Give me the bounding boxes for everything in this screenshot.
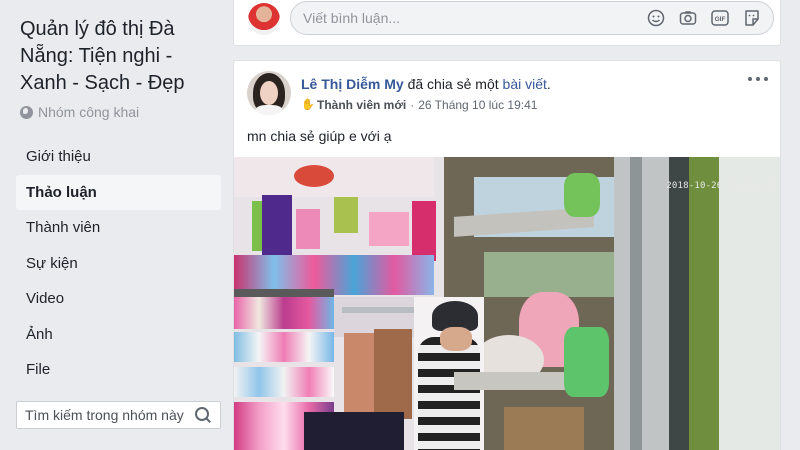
globe-icon [20,105,33,119]
comment-input-wrapper: GIF [290,1,774,35]
more-dot-icon [748,77,752,81]
svg-text:GIF: GIF [715,16,726,23]
group-sidebar: Quản lý đô thị Đà Nẵng: Tiện nghi - Xanh… [0,0,232,450]
group-privacy: Nhóm công khai [20,104,139,120]
more-dot-icon [756,77,760,81]
post-header: Lê Thị Diễm My đã chia sẻ một bài viết. [301,76,551,92]
waving-hand-icon: ✋ [301,99,315,111]
sidebar-item-members[interactable]: Thành viên [16,210,221,246]
member-badge: Thành viên mới [317,98,407,112]
comment-tools: GIF [647,9,761,27]
post-photo[interactable]: 2018-10-26 15:38:09 [234,157,780,450]
avatar[interactable] [247,71,291,115]
group-type-label: Nhóm công khai [38,104,140,120]
post-meta: ✋ Thành viên mới · 26 Tháng 10 lúc 19:41 [301,98,537,112]
post-header-period: . [546,76,551,92]
more-dot-icon [764,77,768,81]
group-post: Lê Thị Diễm My đã chia sẻ một bài viết. … [233,60,781,450]
meta-separator: · [410,98,415,112]
sidebar-item-discussion[interactable]: Thảo luận [16,174,221,210]
avatar[interactable] [248,3,280,35]
search-icon[interactable] [194,406,212,424]
post-body-text: mn chia sẻ giúp e với ạ [247,128,392,144]
group-search-input[interactable] [25,407,185,423]
post-options-button[interactable] [748,71,768,87]
photo-timestamp-overlay: 2018-10-26 15:38:09 [666,181,773,191]
shared-post-link[interactable]: bài viết [503,76,547,92]
post-action-text: đã chia sẻ một [407,76,499,92]
sidebar-item-events[interactable]: Sự kiện [16,246,221,282]
emoji-icon[interactable] [647,9,665,27]
sidebar-item-photos[interactable]: Ảnh [16,317,221,353]
sidebar-item-files[interactable]: File [16,352,221,388]
group-title[interactable]: Quản lý đô thị Đà Nẵng: Tiện nghi - Xanh… [20,16,220,97]
comment-input[interactable] [303,10,633,26]
sidebar-item-videos[interactable]: Video [16,281,221,317]
group-nav: Giới thiệu Thảo luận Thành viên Sự kiện … [16,139,221,388]
post-author-link[interactable]: Lê Thị Diễm My [301,76,404,92]
camera-icon[interactable] [679,9,697,27]
gif-icon[interactable]: GIF [711,9,729,27]
group-search [16,401,221,429]
sticker-icon[interactable] [743,9,761,27]
sidebar-item-about[interactable]: Giới thiệu [16,139,221,175]
comment-composer: GIF [233,0,781,46]
post-timestamp[interactable]: 26 Tháng 10 lúc 19:41 [418,98,537,112]
